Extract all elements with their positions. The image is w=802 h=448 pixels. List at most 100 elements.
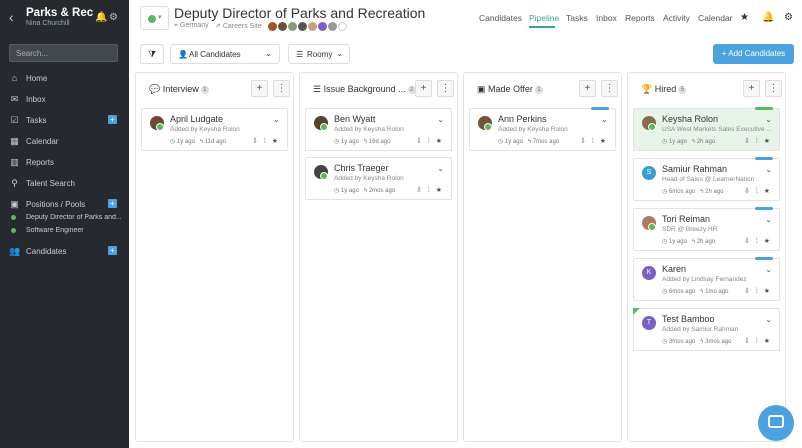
back-chevron-icon[interactable]: ‹ [9,9,14,25]
candidate-card[interactable]: K Karen Added by Lindsay Fernandez ⌄ ◷ 6… [633,257,780,301]
column-menu-button[interactable]: ⋮ [765,80,782,97]
chat-launcher-button[interactable] [758,405,794,441]
user-icon: 👤 [178,50,188,59]
sidebar: ‹ Parks & Rec Nina Churchill 🔔 ⚙ Search.… [0,0,129,448]
clock-icon: ◷ [662,139,669,145]
card-action-icons[interactable]: ⇩ ⁞ ★ [744,337,772,345]
candidate-card[interactable]: Keysha Rolon USA West Markets Sales Exec… [633,107,780,151]
add-to-stage-button[interactable]: + [579,80,596,97]
gear-icon[interactable]: ⚙ [784,12,793,23]
add-candidates-button[interactable]: + Add Candidates [713,44,794,64]
tab-activity[interactable]: Activity [663,13,690,23]
column-menu-button[interactable]: ⋮ [601,80,618,97]
clock-icon: ◷ [662,239,669,245]
chevron-down-icon[interactable]: ⌄ [437,164,444,173]
company-name: Parks & Rec [26,7,94,19]
card-action-icons[interactable]: ⇩ ⁞ ★ [744,187,772,195]
nav-tasks[interactable]: ☑ Tasks + [0,111,129,129]
add-member-icon [338,22,347,31]
add-task-button[interactable]: + [108,115,117,124]
list-icon: ☰ [313,84,324,94]
chevron-down-icon[interactable]: ⌄ [765,215,772,224]
bell-icon[interactable]: 🔔 [762,12,774,23]
column-menu-button[interactable]: ⋮ [437,80,454,97]
candidate-card[interactable]: T Test Bamboo Added by Samiur Rahman ⌄ ◷… [633,308,780,351]
team-avatars[interactable] [268,22,348,32]
column-count: 1 [200,85,209,94]
clock-icon: ◷ [498,139,505,145]
nav-reports[interactable]: ▥ Reports [0,153,129,171]
nav-candidates[interactable]: 👥 Candidates + [0,242,129,260]
chevron-down-icon[interactable]: ⌄ [273,115,280,124]
tab-calendar[interactable]: Calendar [698,13,733,23]
tab-tasks[interactable]: Tasks [566,13,588,23]
search-input[interactable]: Search... [9,44,118,62]
status-badge [648,123,656,131]
clock-icon: ◷ [334,139,341,145]
column-title: 💬 Interview 1 [149,84,209,95]
active-tab-indicator [529,26,555,28]
chevron-down-icon[interactable]: ⌄ [437,115,444,124]
card-action-icons[interactable]: ⇩ ⁞ ★ [580,137,608,145]
clock-icon: ◷ [334,188,341,194]
card-action-icons[interactable]: ⇩ ⁞ ★ [744,237,772,245]
calendar-icon: ▦ [10,136,19,146]
add-candidate-button[interactable]: + [108,246,117,255]
card-action-icons[interactable]: ⇩ ⁞ ★ [744,287,772,295]
add-to-stage-button[interactable]: + [743,80,760,97]
card-action-icons[interactable]: ⇩ ⁞ ★ [416,186,444,194]
page-title: Deputy Director of Parks and Recreation [174,5,426,21]
nav-inbox[interactable]: ✉ Inbox [0,90,129,108]
add-to-stage-button[interactable]: + [251,80,268,97]
candidate-card[interactable]: Chris Traeger Added by Keysha Rolon ⌄ ◷ … [305,157,452,200]
chevron-down-icon[interactable]: ⌄ [765,315,772,324]
settings-icon[interactable]: ⚙ [108,12,119,23]
candidate-card[interactable]: S Samiur Rahman Head of Sales @ LearnerN… [633,157,780,201]
star-icon[interactable]: ★ [740,12,749,23]
tab-reports[interactable]: Reports [625,13,655,23]
pipeline-column-background: ☰ Issue Background ... 2 + ⋮ Ben Wyatt Ad… [299,72,458,442]
add-position-button[interactable]: + [108,199,117,208]
position-item[interactable]: Deputy Director of Parks and... [0,212,129,224]
filter-button[interactable]: ⧩ [140,44,164,64]
notifications-icon[interactable]: 🔔 [95,12,107,23]
nav-positions[interactable]: ▣ Positions / Pools + [0,195,129,213]
nav-calendar[interactable]: ▦ Calendar [0,132,129,150]
candidate-card[interactable]: April Ludgate Added by Keysha Rolon ⌄ ◷ … [141,108,288,151]
tab-candidates[interactable]: Candidates [479,13,522,23]
column-count: 5 [678,85,687,94]
chevron-down-icon[interactable]: ⌄ [765,115,772,124]
column-menu-button[interactable]: ⋮ [273,80,290,97]
chat-icon [768,415,784,428]
avatar: S [642,166,656,180]
position-status-dropdown[interactable]: ▾ [140,6,169,30]
candidate-card[interactable]: Tori Reiman SDR @ Breezy HR ⌄ ◷ 1y ago ϟ… [633,207,780,251]
clock-icon: ◷ [662,289,669,295]
nav-home[interactable]: ⌂ Home [0,69,129,87]
card-action-icons[interactable]: ⇩ ⁞ ★ [744,137,772,145]
chevron-down-icon[interactable]: ⌄ [765,265,772,274]
candidate-card[interactable]: Ben Wyatt Added by Keysha Rolon ⌄ ◷ 1y a… [305,108,452,151]
candidate-filter-dropdown[interactable]: 👤 All Candidates ⌄ [170,44,280,64]
nav-talent-search[interactable]: ⚲ Talent Search [0,174,129,192]
status-dot [11,215,16,220]
card-action-icons[interactable]: ⇩ ⁞ ★ [416,137,444,145]
pipeline-column-hired: 🏆 Hired 5 + ⋮ Keysha Rolon USA West Marke… [627,72,786,442]
careers-site-link[interactable]: ↗ Careers Site [215,22,262,30]
column-header: 💬 Interview 1 + ⋮ [136,73,293,103]
reports-icon: ▥ [10,157,19,167]
card-tag [755,107,773,110]
avatar: T [642,316,656,330]
tab-inbox[interactable]: Inbox [596,13,617,23]
position-item[interactable]: Software Engineer [0,225,129,237]
tab-pipeline[interactable]: Pipeline [529,13,559,23]
status-badge [484,123,492,131]
view-mode-dropdown[interactable]: ☰ Roomy ⌄ [288,44,350,64]
chevron-down-icon[interactable]: ⌄ [765,165,772,174]
chevron-down-icon[interactable]: ⌄ [601,115,608,124]
avatar [318,22,327,31]
chevron-down-icon: ⌄ [336,49,343,58]
candidate-card[interactable]: Ann Perkins Added by Keysha Rolon ⌄ ◷ 1y… [469,107,616,151]
add-to-stage-button[interactable]: + [415,80,432,97]
card-action-icons[interactable]: ⇩ ⁞ ★ [252,137,280,145]
